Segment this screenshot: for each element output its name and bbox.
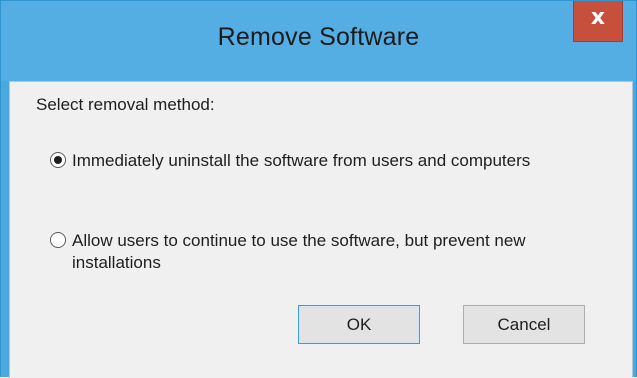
option-uninstall-immediately[interactable]: Immediately uninstall the software from … xyxy=(50,150,620,198)
dialog-body: Select removal method: Immediately unins… xyxy=(9,81,633,378)
option-allow-continued-use-label[interactable]: Allow users to continue to use the softw… xyxy=(72,230,612,274)
option-uninstall-immediately-label[interactable]: Immediately uninstall the software from … xyxy=(72,150,612,172)
title-bar[interactable]: Remove Software x xyxy=(1,1,636,81)
ok-button[interactable]: OK xyxy=(298,305,420,344)
remove-software-dialog: Remove Software x Select removal method:… xyxy=(0,0,637,378)
radio-uninstall-immediately[interactable] xyxy=(50,152,66,168)
option-allow-continued-use[interactable]: Allow users to continue to use the softw… xyxy=(50,230,620,278)
cancel-button[interactable]: Cancel xyxy=(463,305,585,344)
close-button[interactable]: x xyxy=(573,1,623,42)
window-title: Remove Software xyxy=(217,23,420,51)
removal-method-prompt: Select removal method: xyxy=(36,95,215,114)
radio-selected-dot xyxy=(54,156,62,164)
close-icon: x xyxy=(590,5,606,30)
radio-allow-continued-use[interactable] xyxy=(50,232,66,248)
